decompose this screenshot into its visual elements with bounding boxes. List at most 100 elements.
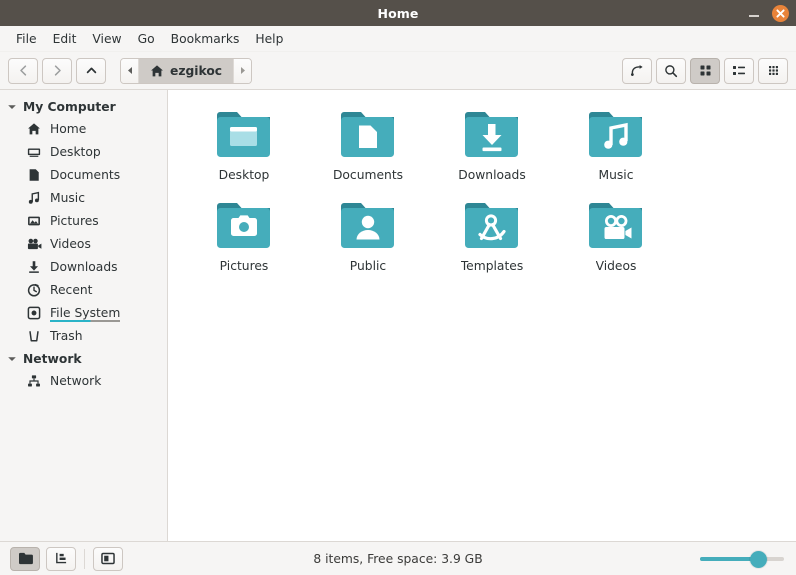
compact-view-icon	[768, 66, 778, 75]
home-icon	[26, 121, 42, 137]
close-icon	[776, 8, 785, 18]
sidebar-item-trash[interactable]: Trash	[0, 324, 167, 347]
sidebar-item-music[interactable]: Music	[0, 186, 167, 209]
file-item-label: Pictures	[219, 259, 269, 273]
toolbar: ezgikoc	[0, 52, 796, 90]
compact-view-button[interactable]	[758, 57, 788, 84]
icon-view-button[interactable]	[690, 57, 720, 84]
sidebar-item-desktop[interactable]: Desktop	[0, 140, 167, 163]
file-item-label: Public	[349, 259, 387, 273]
sidebar-group-my-computer[interactable]: My Computer	[0, 97, 167, 117]
file-item-templates[interactable]: Templates	[430, 195, 554, 286]
sidebar-group-label: Network	[23, 352, 82, 366]
file-grid: Desktop Documents Downloads Music Pictur…	[182, 104, 796, 286]
zoom-slider-knob[interactable]	[750, 550, 768, 568]
desktop-icon	[26, 144, 42, 160]
menubar: File Edit View Go Bookmarks Help	[0, 26, 796, 52]
forward-button[interactable]	[42, 57, 72, 84]
sidebar: My Computer Home Desktop Documents Music…	[0, 90, 168, 541]
file-item-videos[interactable]: Videos	[554, 195, 678, 286]
folder-documents-icon	[339, 106, 397, 164]
list-view-button[interactable]	[724, 57, 754, 84]
sidebar-item-downloads[interactable]: Downloads	[0, 255, 167, 278]
sidebar-item-file-system[interactable]: File System	[0, 301, 167, 324]
sidebar-item-label: Home	[50, 121, 87, 136]
search-icon	[665, 64, 678, 77]
sidebar-item-label: Music	[50, 190, 85, 205]
breadcrumb-next-button[interactable]	[233, 58, 252, 83]
chevron-up-icon	[86, 67, 96, 74]
breadcrumb-label: ezgikoc	[170, 63, 223, 78]
file-item-documents[interactable]: Documents	[306, 104, 430, 195]
sidebar-item-videos[interactable]: Videos	[0, 232, 167, 255]
sidebar-item-home[interactable]: Home	[0, 117, 167, 140]
chevron-down-icon	[8, 357, 16, 361]
menu-go[interactable]: Go	[130, 29, 163, 49]
back-button[interactable]	[8, 57, 38, 84]
sidebar-item-network[interactable]: Network	[0, 369, 167, 392]
list-view-icon	[733, 66, 745, 75]
menu-file[interactable]: File	[8, 29, 45, 49]
sidebar-item-label: Pictures	[50, 213, 99, 228]
up-button[interactable]	[76, 57, 106, 84]
window-body: My Computer Home Desktop Documents Music…	[0, 90, 796, 541]
breadcrumb-prev-button[interactable]	[121, 58, 139, 83]
close-button[interactable]	[772, 4, 789, 22]
window-title: Home	[377, 5, 419, 21]
sidebar-item-label: Recent	[50, 282, 93, 297]
menu-edit[interactable]: Edit	[45, 29, 85, 49]
file-item-pictures[interactable]: Pictures	[182, 195, 306, 286]
menu-bookmarks[interactable]: Bookmarks	[163, 29, 248, 49]
titlebar: Home	[0, 0, 796, 26]
clock-icon	[26, 282, 42, 298]
file-item-label: Music	[598, 168, 634, 182]
file-grid-area[interactable]: Desktop Documents Downloads Music Pictur…	[168, 90, 796, 541]
file-item-label: Videos	[595, 259, 637, 273]
triangle-right-icon	[240, 67, 245, 74]
file-item-public[interactable]: Public	[306, 195, 430, 286]
reload-button[interactable]	[622, 57, 652, 84]
file-item-desktop[interactable]: Desktop	[182, 104, 306, 195]
trash-icon	[26, 328, 42, 344]
sidebar-item-label: Network	[50, 373, 102, 388]
drive-icon	[26, 305, 42, 321]
folder-icon	[18, 552, 33, 565]
sidebar-group-label: My Computer	[23, 100, 116, 114]
statusbar: 8 items, Free space: 3.9 GB	[0, 541, 796, 575]
sidebar-toggle-button[interactable]	[93, 546, 123, 571]
music-note-icon	[26, 190, 42, 206]
tree-icon	[56, 552, 67, 564]
file-item-label: Documents	[332, 168, 404, 182]
chevron-down-icon	[8, 105, 16, 109]
menu-help[interactable]: Help	[247, 29, 291, 49]
sidebar-item-recent[interactable]: Recent	[0, 278, 167, 301]
minimize-icon	[749, 15, 759, 17]
home-icon	[151, 64, 163, 76]
file-item-music[interactable]: Music	[554, 104, 678, 195]
folder-public-icon	[339, 197, 397, 255]
chevron-right-icon	[54, 65, 61, 76]
search-button[interactable]	[656, 57, 686, 84]
file-item-label: Downloads	[458, 168, 526, 182]
sidebar-item-label: Videos	[50, 236, 91, 251]
tree-view-toggle[interactable]	[46, 546, 76, 571]
folder-view-toggle[interactable]	[10, 546, 40, 571]
folder-desktop-icon	[215, 106, 273, 164]
folder-videos-icon	[587, 197, 645, 255]
sidebar-item-label: Downloads	[50, 259, 118, 274]
folder-downloads-icon	[463, 106, 521, 164]
chevron-left-icon	[19, 65, 26, 76]
file-item-label: Templates	[460, 259, 524, 273]
folder-music-icon	[587, 106, 645, 164]
breadcrumb: ezgikoc	[120, 57, 253, 84]
zoom-slider[interactable]	[700, 542, 784, 575]
download-icon	[26, 259, 42, 275]
file-item-downloads[interactable]: Downloads	[430, 104, 554, 195]
menu-view[interactable]: View	[84, 29, 129, 49]
sidebar-group-network[interactable]: Network	[0, 349, 167, 369]
minimize-button[interactable]	[746, 5, 762, 21]
sidebar-item-documents[interactable]: Documents	[0, 163, 167, 186]
breadcrumb-item-current[interactable]: ezgikoc	[139, 58, 234, 83]
statusbar-separator	[84, 548, 85, 569]
sidebar-item-pictures[interactable]: Pictures	[0, 209, 167, 232]
